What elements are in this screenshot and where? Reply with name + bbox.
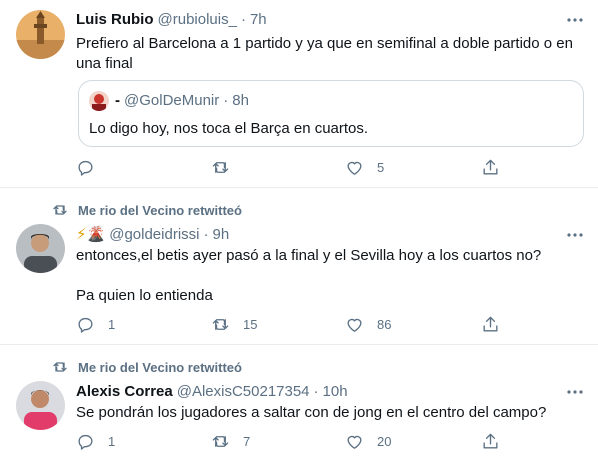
avatar-image xyxy=(16,224,65,273)
like-button[interactable]: 5 xyxy=(345,158,384,177)
like-button[interactable]: 20 xyxy=(345,432,391,451)
reply-button[interactable]: 1 xyxy=(76,315,115,334)
quote-avatar-image xyxy=(89,91,109,111)
more-icon[interactable] xyxy=(565,10,585,30)
tweet-text-line-1: Se pondrán los jugadores a saltar con de… xyxy=(76,404,547,421)
reply-icon xyxy=(78,317,93,333)
retweet-count: 7 xyxy=(243,434,251,449)
retweet-button[interactable]: 15 xyxy=(211,315,257,334)
reply-count: 1 xyxy=(108,434,116,449)
separator-dot: · xyxy=(240,11,246,28)
like-button[interactable]: 86 xyxy=(345,315,391,334)
tweet-text-line-1: entonces,el betis ayer pasó a la final y… xyxy=(76,247,542,264)
author-handle[interactable]: @AlexisC50217354 xyxy=(177,382,310,402)
retweet-button[interactable] xyxy=(211,158,243,177)
retweet-context[interactable]: Me rio del Vecino retwitteó xyxy=(52,202,242,218)
retweet-icon xyxy=(212,162,229,173)
share-icon xyxy=(483,159,498,175)
tweet-actions: 1 15 86 xyxy=(76,315,576,335)
tweet-timestamp[interactable]: 9h xyxy=(212,225,229,245)
quote-separator-dot: · xyxy=(223,92,229,109)
quote-author-name[interactable]: - xyxy=(115,91,120,111)
author-handle[interactable]: @goldeidrissi xyxy=(109,225,199,245)
retweet-icon xyxy=(212,319,229,330)
tweet-text-line-1: Prefiero al Barcelona a 1 partido y ya q… xyxy=(76,35,573,52)
reply-icon xyxy=(78,160,93,176)
tweet-actions: 5 xyxy=(76,158,576,178)
like-count: 20 xyxy=(377,434,392,449)
share-button[interactable] xyxy=(481,158,500,177)
quoted-tweet[interactable]: - @GolDeMunir · 8h Lo digo hoy, nos toca… xyxy=(78,80,584,147)
retweet-context-icon xyxy=(53,205,67,215)
avatar[interactable] xyxy=(16,381,65,430)
share-icon xyxy=(483,316,498,332)
like-icon xyxy=(347,161,362,175)
retweet-count: 15 xyxy=(243,317,258,332)
retweet-context-icon xyxy=(53,362,67,372)
more-icon[interactable] xyxy=(565,382,585,402)
tweet-timestamp[interactable]: 10h xyxy=(323,382,348,402)
retweet-icon xyxy=(212,436,229,447)
reply-icon xyxy=(78,434,93,450)
quote-text: Lo digo hoy, nos toca el Barça en cuarto… xyxy=(89,120,369,137)
like-count: 86 xyxy=(377,317,392,332)
author-name[interactable]: Alexis Correa xyxy=(76,382,173,402)
reply-button[interactable]: 1 xyxy=(76,432,115,451)
author-name[interactable]: ⚡🌋 xyxy=(76,225,105,245)
retweet-button[interactable]: 7 xyxy=(211,432,250,451)
tweet-text-line-3: Pa quien lo entienda xyxy=(76,287,213,304)
avatar-image xyxy=(16,10,65,59)
separator-dot: · xyxy=(203,226,209,243)
share-button[interactable] xyxy=(481,432,500,451)
like-icon xyxy=(347,435,362,449)
quote-avatar[interactable] xyxy=(89,91,109,111)
share-button[interactable] xyxy=(481,315,500,334)
author-handle[interactable]: @rubioluis_ xyxy=(158,10,237,30)
avatar-image xyxy=(16,381,65,430)
avatar[interactable] xyxy=(16,224,65,273)
tweet-2[interactable]: Me rio del Vecino retwitteó ⚡🌋 @goldeidr… xyxy=(0,188,598,345)
tweet-text-line-2: una final xyxy=(76,55,133,72)
author-name[interactable]: Luis Rubio xyxy=(76,10,154,30)
tweet-actions: 1 7 20 xyxy=(76,432,576,452)
retweet-context[interactable]: Me rio del Vecino retwitteó xyxy=(52,359,242,375)
tweet-1[interactable]: Luis Rubio @rubioluis_ · 7h Prefiero al … xyxy=(0,0,598,186)
share-icon xyxy=(483,433,498,449)
like-count: 5 xyxy=(377,160,385,175)
more-icon[interactable] xyxy=(565,225,585,245)
reply-count: 1 xyxy=(108,317,116,332)
reply-button[interactable] xyxy=(76,158,108,177)
tweet-timestamp[interactable]: 7h xyxy=(250,10,267,30)
tweet-3[interactable]: Me rio del Vecino retwitteó Alexis Corre… xyxy=(0,345,598,459)
quote-timestamp[interactable]: 8h xyxy=(232,91,249,111)
quote-author-handle[interactable]: @GolDeMunir xyxy=(124,91,219,111)
retweeted-by-label: Me rio del Vecino retwitteó xyxy=(78,202,242,218)
avatar[interactable] xyxy=(16,10,65,59)
like-icon xyxy=(347,318,362,332)
retweeted-by-label: Me rio del Vecino retwitteó xyxy=(78,359,242,375)
separator-dot: · xyxy=(313,383,319,400)
